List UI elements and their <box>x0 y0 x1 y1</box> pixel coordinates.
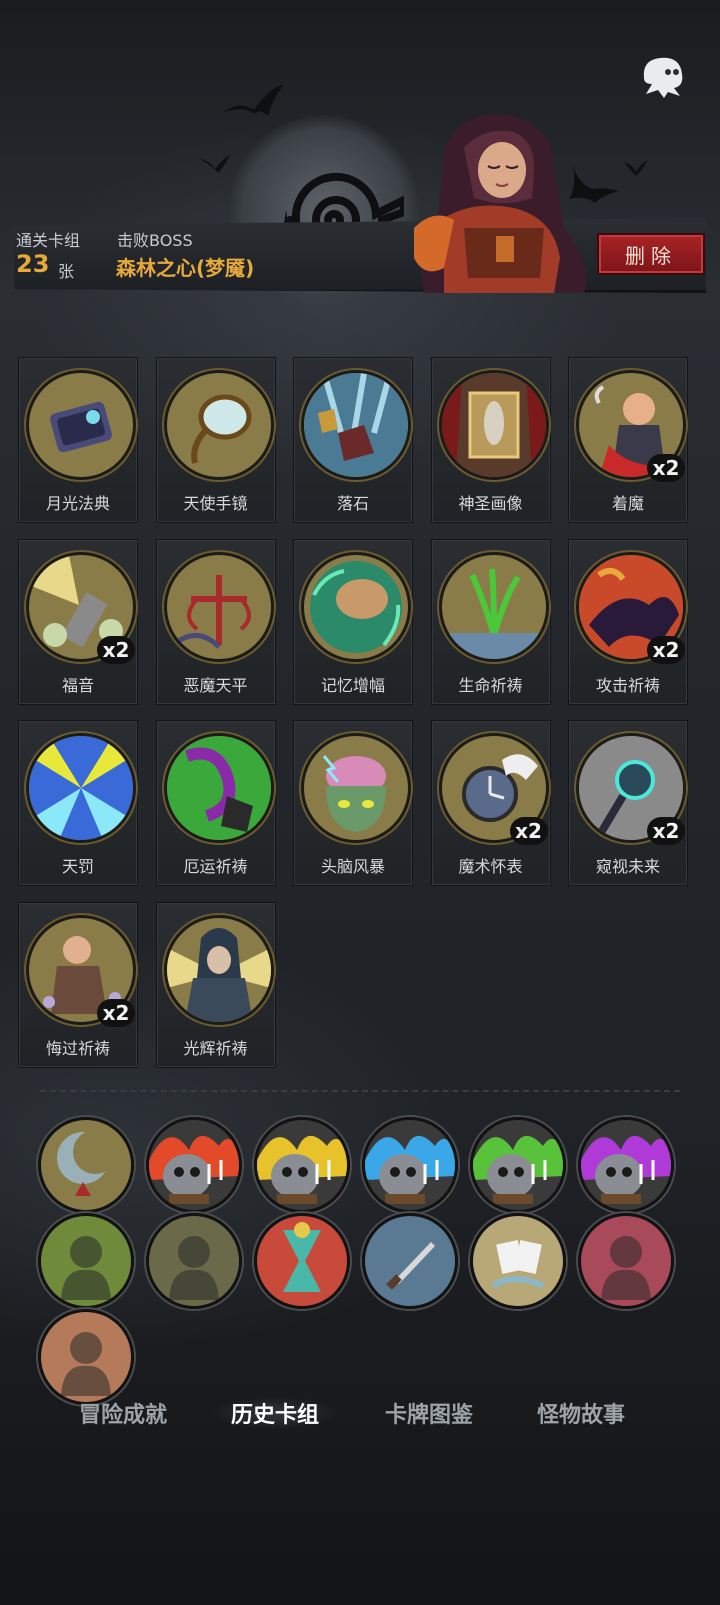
yellow-flame-skull-icon[interactable] <box>254 1117 350 1213</box>
deck-card[interactable]: 天罚 <box>18 720 138 886</box>
dagger-icon[interactable] <box>362 1213 458 1309</box>
card-count-badge: x2 <box>647 817 685 845</box>
deck-card[interactable]: 恶魔天平 <box>155 538 276 705</box>
card-count-badge: x2 <box>97 635 135 664</box>
bottom-tab-bar: 冒险成就 历史卡组 卡牌图鉴 怪物故事 <box>0 1388 720 1438</box>
card-count-badge: x2 <box>509 817 548 845</box>
boss-name: 森林之心(梦魇) <box>116 256 255 280</box>
card-name: 天罚 <box>61 857 94 876</box>
tab-card-compendium[interactable]: 卡牌图鉴 <box>354 1388 504 1438</box>
card-art <box>438 370 549 480</box>
deck-card[interactable]: 厄运祈祷 <box>155 720 276 886</box>
card-art <box>438 551 549 662</box>
green-flame-skull-icon[interactable] <box>470 1117 566 1213</box>
card-art <box>26 370 136 480</box>
card-name: 光辉祈祷 <box>183 1038 248 1058</box>
ghost-ogre-icon[interactable] <box>38 1213 134 1309</box>
purple-flame-skull-icon[interactable] <box>578 1117 674 1213</box>
card-name: 头脑风暴 <box>320 857 385 876</box>
card-art <box>163 733 274 843</box>
card-name: 窥视未来 <box>595 857 660 876</box>
deck-card[interactable]: 着魔 x2 <box>568 357 688 523</box>
hooded-hero-portrait <box>414 114 587 293</box>
card-name: 着魔 <box>611 494 644 513</box>
cleared-deck-label: 通关卡组 <box>16 231 81 250</box>
card-name: 厄运祈祷 <box>183 857 248 876</box>
delete-label: 删除 <box>625 243 677 268</box>
deck-card[interactable]: 神圣画像 <box>430 357 551 523</box>
bat-icon <box>624 160 648 176</box>
card-art <box>163 551 274 662</box>
priest-icon[interactable] <box>146 1213 242 1309</box>
tab-monster-stories[interactable]: 怪物故事 <box>506 1388 656 1438</box>
card-name: 攻击祈祷 <box>595 675 660 695</box>
deck-card[interactable]: 月光法典 <box>18 357 138 523</box>
card-name: 月光法典 <box>45 494 110 513</box>
tab-history-deck[interactable]: 历史卡组 <box>200 1388 350 1438</box>
card-count-badge: x2 <box>647 454 685 482</box>
card-art <box>26 733 136 843</box>
card-art <box>163 370 274 480</box>
blue-flame-skull-icon[interactable] <box>362 1117 458 1213</box>
bat-icon <box>200 155 230 173</box>
deck-card[interactable]: 窥视未来 x2 <box>568 720 688 886</box>
card-count-badge: x2 <box>647 635 685 664</box>
section-divider <box>40 1090 680 1092</box>
card-hand-icon[interactable] <box>470 1213 566 1309</box>
bat-icon <box>224 84 284 116</box>
deck-card-count: 23 <box>16 250 50 278</box>
card-art <box>301 370 411 480</box>
deck-card[interactable]: 魔术怀表 x2 <box>430 720 551 886</box>
delete-button[interactable]: 删除 <box>597 233 705 275</box>
card-art <box>301 733 411 843</box>
deck-card[interactable]: 攻击祈祷 x2 <box>568 538 688 705</box>
card-name: 记忆增幅 <box>320 675 385 695</box>
hourglass-icon[interactable] <box>254 1213 350 1309</box>
card-name: 生命祈祷 <box>458 675 523 695</box>
deck-card[interactable]: 落石 <box>293 357 413 523</box>
ghost-icon[interactable] <box>638 52 688 98</box>
deck-card[interactable]: 光辉祈祷 <box>155 901 276 1068</box>
deck-card[interactable]: 记忆增幅 <box>293 538 413 705</box>
card-art <box>301 551 411 662</box>
history-deck-screen: 通关卡组 23 张 击败BOSS 森林之心(梦魇) 删除 月光法典 天使手镜 落石 神… <box>0 0 720 1605</box>
deck-banner: 通关卡组 23 张 击败BOSS 森林之心(梦魇) 删除 <box>14 70 706 305</box>
gargoyle-icon[interactable] <box>578 1213 674 1309</box>
card-name: 神圣画像 <box>458 494 523 513</box>
card-name: 魔术怀表 <box>458 857 523 876</box>
deck-card[interactable]: 头脑风暴 <box>293 720 413 886</box>
deck-card[interactable]: 生命祈祷 <box>430 538 551 705</box>
card-count-badge: x2 <box>97 998 135 1027</box>
deck-card[interactable]: 福音 x2 <box>18 538 138 705</box>
card-name: 落石 <box>336 494 369 513</box>
card-name: 悔过祈祷 <box>45 1038 110 1058</box>
tab-adventure-achievements[interactable]: 冒险成就 <box>48 1388 198 1438</box>
card-name: 福音 <box>61 675 94 695</box>
deck-card[interactable]: 天使手镜 <box>155 357 276 523</box>
deck-card-unit: 张 <box>58 262 75 281</box>
card-name: 恶魔天平 <box>183 675 248 695</box>
card-art <box>163 914 274 1025</box>
deck-card[interactable]: 悔过祈祷 x2 <box>18 901 138 1068</box>
moon-relic-icon[interactable] <box>38 1117 134 1213</box>
card-name: 天使手镜 <box>183 494 248 513</box>
red-flame-skull-icon[interactable] <box>146 1117 242 1213</box>
boss-label: 击败BOSS <box>117 231 193 250</box>
